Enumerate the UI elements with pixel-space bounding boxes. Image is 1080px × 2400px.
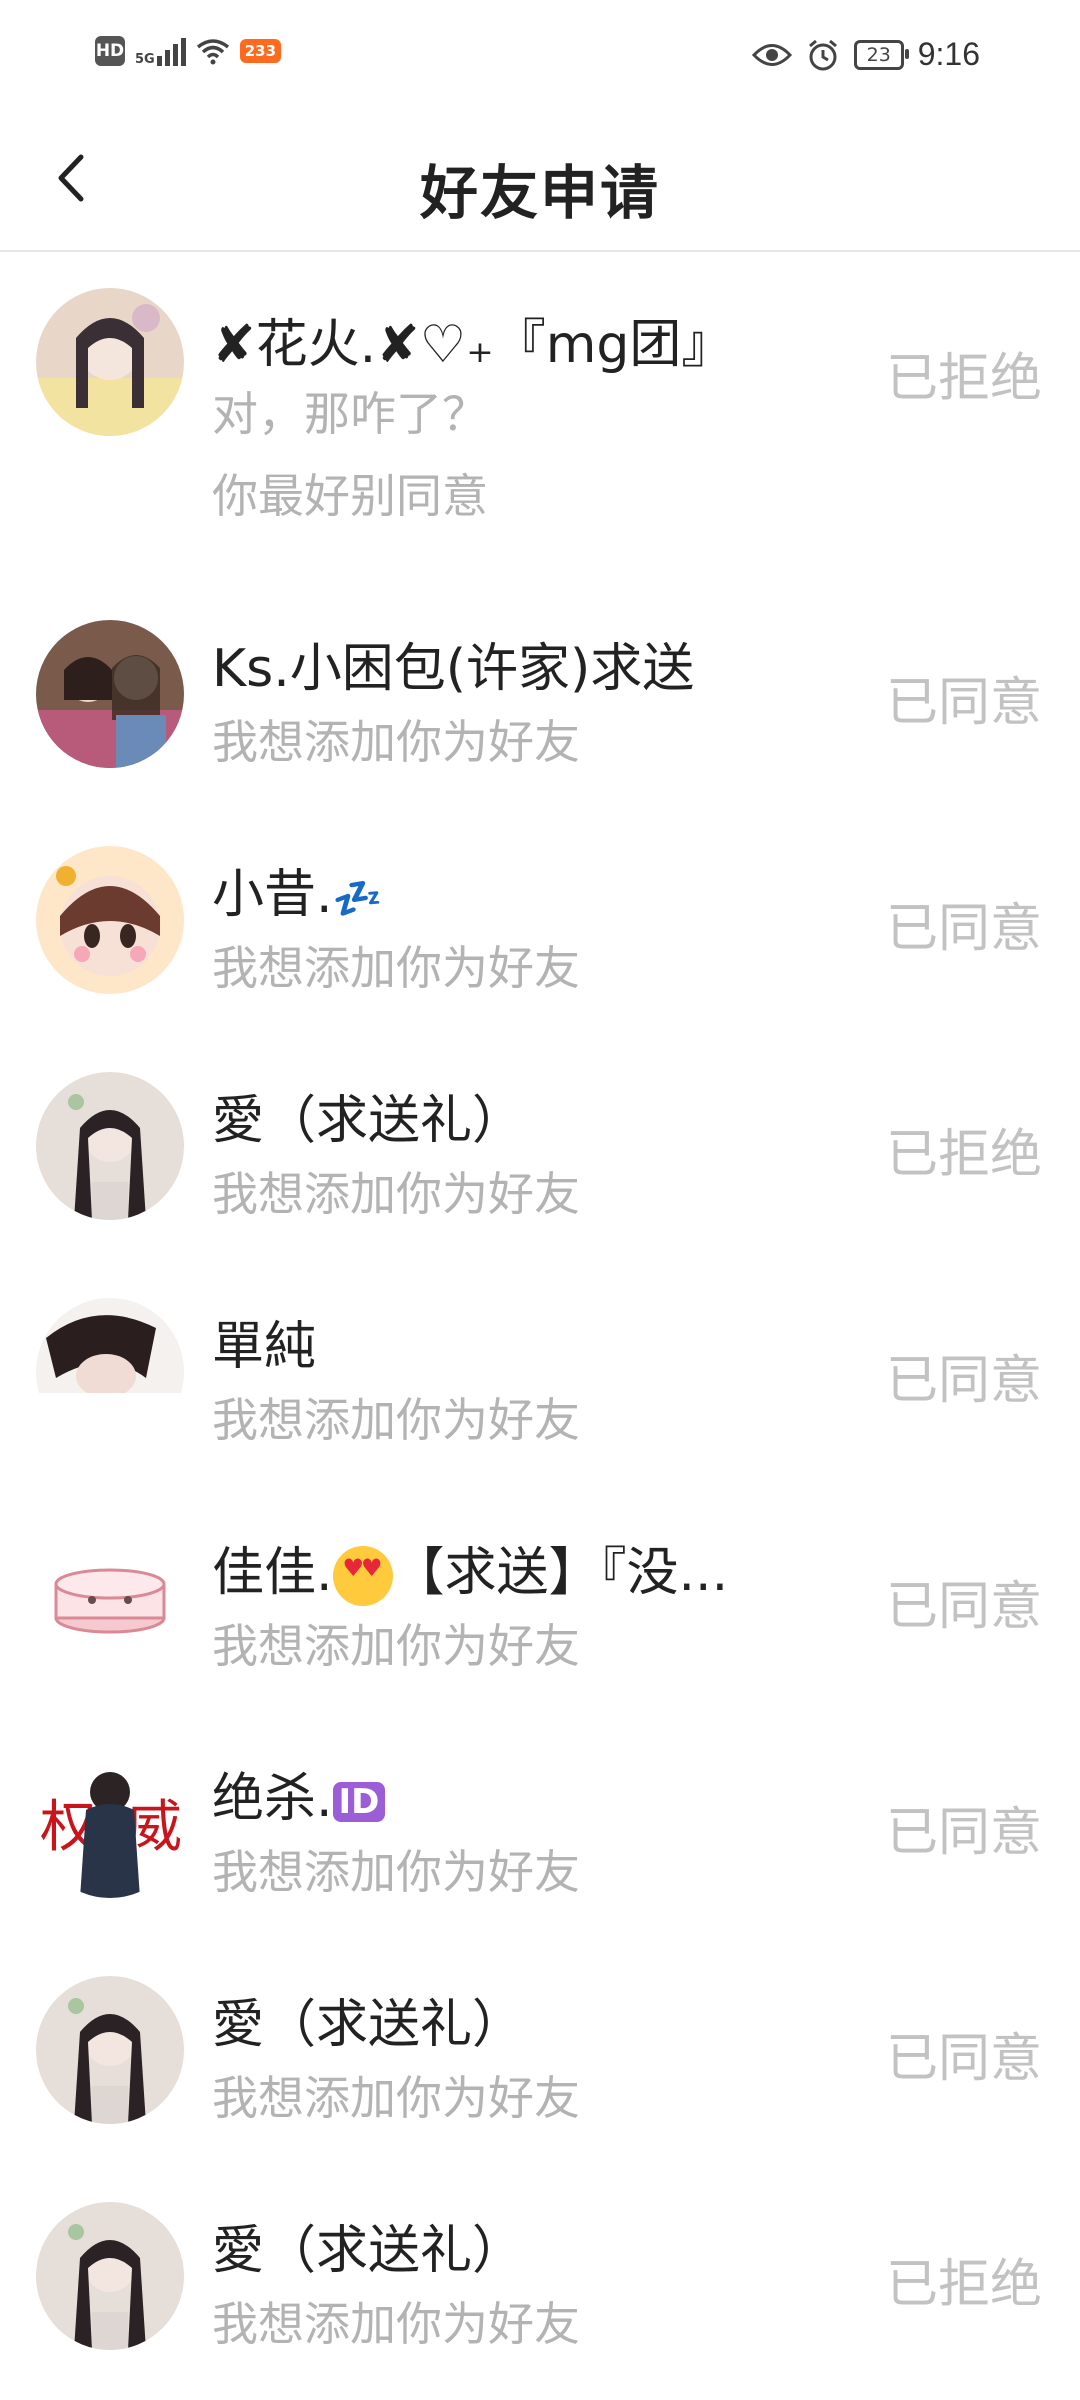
list-item[interactable]: 佳佳.【求送】『没... 我想添加你为好友 已同意 — [0, 1486, 1080, 1712]
requester-name: ✘花火.✘♡₊『mg团』 — [212, 315, 734, 375]
request-message: 我想添加你为好友 — [212, 1393, 580, 1447]
request-message: 我想添加你为好友 — [212, 1619, 580, 1673]
request-message: 我想添加你为好友 — [212, 715, 580, 769]
wifi-icon — [196, 37, 230, 65]
list-item[interactable]: Ks.小困包(许家)求送 我想添加你为好友 已同意 — [0, 582, 1080, 808]
avatar[interactable] — [36, 1072, 184, 1220]
request-message-extra: 你最好别同意 — [212, 469, 488, 523]
request-message: 我想添加你为好友 — [212, 1167, 580, 1221]
list-item[interactable]: ✘花火.✘♡₊『mg团』 对，那咋了？ 你最好别同意 已拒绝 — [0, 252, 1080, 582]
avatar[interactable] — [36, 2202, 184, 2350]
request-message: 对，那咋了？ — [212, 387, 488, 441]
avatar[interactable] — [36, 1524, 184, 1672]
signal-icon — [156, 36, 186, 66]
list-item[interactable]: 权 威 绝杀. ID 我想添加你为好友 已同意 — [0, 1712, 1080, 1938]
hd-icon: HD — [95, 36, 125, 66]
avatar[interactable] — [36, 1298, 184, 1446]
avatar[interactable]: 权 威 — [36, 1750, 184, 1898]
request-status: 已同意 — [885, 1577, 1042, 1637]
request-message: 我想添加你为好友 — [212, 2297, 580, 2351]
avatar[interactable] — [36, 288, 184, 436]
alarm-icon — [806, 38, 840, 72]
requester-name: 小昔.💤 — [212, 865, 383, 925]
list-item[interactable]: 愛（求送礼） 我想添加你为好友 已拒绝 — [0, 1034, 1080, 1260]
request-message: 我想添加你为好友 — [212, 1845, 580, 1899]
request-status: 已同意 — [885, 899, 1042, 959]
request-message: 我想添加你为好友 — [212, 2071, 580, 2125]
list-item[interactable]: 單純 我想添加你为好友 已同意 — [0, 1260, 1080, 1486]
requester-name: Ks.小困包(许家)求送 — [212, 639, 695, 699]
list-item[interactable]: 愛（求送礼） 我想添加你为好友 已同意 — [0, 1938, 1080, 2164]
network-type: 5G — [135, 52, 155, 67]
request-status: 已同意 — [885, 1351, 1042, 1411]
zzz-icon: 💤 — [332, 876, 383, 922]
requester-name: 佳佳.【求送】『没... — [212, 1530, 728, 1606]
request-status: 已拒绝 — [885, 349, 1042, 409]
requester-name: 愛（求送礼） — [212, 1995, 525, 2055]
status-bar: HD 5G 233 23 9:16 — [0, 0, 1080, 110]
battery-icon: 23 — [853, 39, 909, 70]
heart-eyes-emoji-icon — [332, 1546, 393, 1606]
avatar[interactable] — [36, 1976, 184, 2124]
request-status: 已拒绝 — [885, 2255, 1042, 2315]
header: 好友申请 — [0, 110, 1080, 252]
page-title: 好友申请 — [419, 159, 660, 227]
list-item[interactable]: 小昔.💤 我想添加你为好友 已同意 — [0, 808, 1080, 1034]
request-message: 我想添加你为好友 — [212, 941, 580, 995]
requester-name: 绝杀. ID — [212, 1756, 386, 1831]
eye-icon — [751, 42, 792, 68]
request-status: 已同意 — [885, 1803, 1042, 1863]
request-status: 已同意 — [885, 673, 1042, 733]
clock: 9:16 — [917, 36, 980, 72]
requester-name: 愛（求送礼） — [212, 2221, 525, 2281]
notification-badge: 233 — [239, 39, 282, 63]
avatar[interactable] — [36, 846, 184, 994]
avatar[interactable] — [36, 620, 184, 768]
requester-name: 愛（求送礼） — [212, 1091, 525, 1151]
list-item[interactable]: 愛（求送礼） 我想添加你为好友 已拒绝 — [0, 2164, 1080, 2390]
id-icon: ID — [332, 1782, 386, 1822]
request-status: 已同意 — [885, 2029, 1042, 2089]
friend-request-list: ✘花火.✘♡₊『mg团』 对，那咋了？ 你最好别同意 已拒绝 Ks.小困包(许家… — [0, 252, 1080, 2390]
requester-name: 單純 — [212, 1317, 317, 1377]
request-status: 已拒绝 — [885, 1125, 1042, 1185]
